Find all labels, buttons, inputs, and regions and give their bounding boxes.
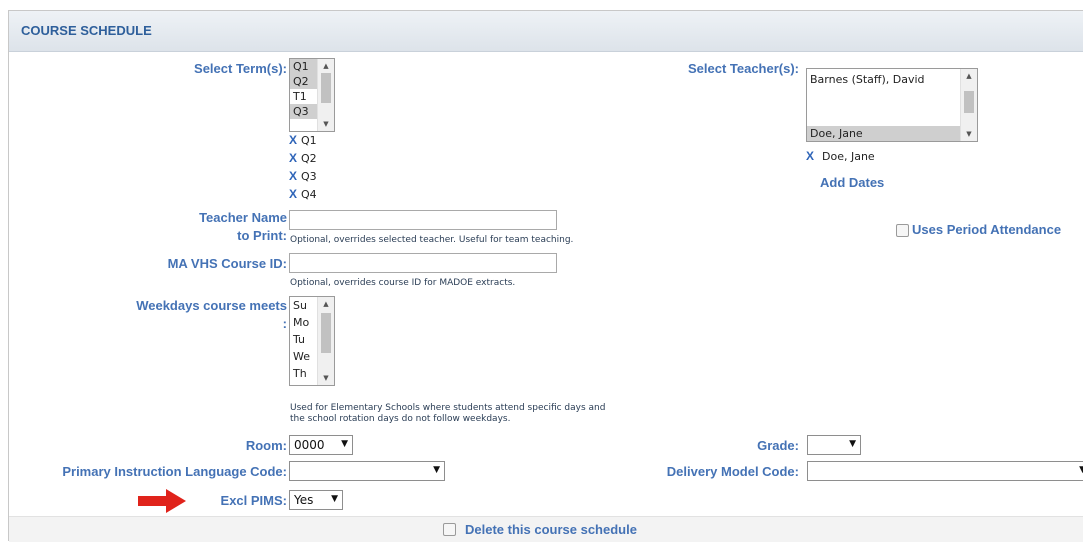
remove-icon[interactable]: X [289, 187, 297, 201]
chevron-down-icon: ▼ [1079, 465, 1083, 475]
scroll-thumb[interactable] [321, 313, 331, 353]
scroll-down-icon[interactable]: ▼ [318, 371, 334, 385]
select-teachers-label: Select Teacher(s): [687, 61, 799, 76]
delivery-model-label: Delivery Model Code: [666, 464, 799, 479]
room-value: 0000 [294, 438, 325, 452]
footer-bar: Delete this course schedule [9, 516, 1083, 542]
remove-icon[interactable]: X [289, 133, 297, 147]
room-label: Room: [245, 438, 287, 453]
period-attendance-label: Uses Period Attendance [912, 222, 1062, 237]
teacher-name-label-2: to Print: [237, 228, 287, 243]
primary-language-label: Primary Instruction Language Code: [62, 464, 287, 479]
term-chip: X Q1 [289, 133, 317, 147]
weekdays-listbox[interactable]: Su Mo Tu We Th ▲ ▼ [289, 296, 335, 386]
delete-label: Delete this course schedule [465, 522, 637, 537]
teacher-name-hint: Optional, overrides selected teacher. Us… [290, 235, 574, 245]
scroll-up-icon[interactable]: ▲ [318, 297, 334, 311]
teachers-scrollbar[interactable]: ▲ ▼ [960, 69, 977, 141]
room-select[interactable]: 0000 ▼ [289, 435, 353, 455]
excl-pims-value: Yes [294, 493, 314, 507]
scroll-up-icon[interactable]: ▲ [318, 59, 334, 73]
weekdays-hint: Used for Elementary Schools where studen… [290, 403, 606, 413]
add-dates-link[interactable]: Add Dates [820, 175, 884, 190]
terms-listbox[interactable]: Q1 Q2 T1 Q3 ▲ ▼ [289, 58, 335, 132]
teacher-option[interactable]: Doe, Jane [807, 126, 961, 141]
term-chip: X Q3 [289, 169, 317, 183]
teacher-option[interactable]: Barnes (Staff), David [807, 72, 977, 87]
chevron-down-icon: ▼ [849, 439, 856, 449]
weekdays-scrollbar[interactable]: ▲ ▼ [317, 297, 334, 385]
scroll-down-icon[interactable]: ▼ [318, 117, 334, 131]
ma-vhs-hint: Optional, overrides course ID for MADOE … [290, 278, 516, 288]
primary-language-select[interactable]: ▼ [289, 461, 445, 481]
period-attendance-checkbox[interactable] [896, 224, 909, 237]
teachers-listbox[interactable]: Barnes (Staff), David Doe, Jane ▲ ▼ [806, 68, 978, 142]
remove-icon[interactable]: X [806, 149, 814, 163]
chevron-down-icon: ▼ [433, 465, 440, 475]
weekdays-hint-2: the school rotation days do not follow w… [290, 414, 511, 424]
delivery-model-select[interactable]: ▼ [807, 461, 1083, 481]
scroll-thumb[interactable] [964, 91, 974, 113]
chevron-down-icon: ▼ [341, 439, 348, 449]
excl-pims-label: Excl PIMS: [220, 493, 287, 508]
grade-select[interactable]: ▼ [807, 435, 861, 455]
grade-label: Grade: [757, 438, 799, 453]
scroll-thumb[interactable] [321, 73, 331, 103]
scroll-down-icon[interactable]: ▼ [961, 127, 977, 141]
weekdays-label-2: : [282, 316, 287, 331]
ma-vhs-input[interactable] [289, 253, 557, 273]
excl-pims-select[interactable]: Yes ▼ [289, 490, 343, 510]
delete-checkbox[interactable] [443, 523, 456, 536]
remove-icon[interactable]: X [289, 169, 297, 183]
term-chip: X Q2 [289, 151, 317, 165]
panel-header: COURSE SCHEDULE [9, 11, 1083, 52]
scroll-up-icon[interactable]: ▲ [961, 69, 977, 83]
teacher-chip: X Doe, Jane [806, 149, 875, 163]
panel-title: COURSE SCHEDULE [21, 23, 152, 38]
teacher-name-input[interactable] [289, 210, 557, 230]
ma-vhs-label: MA VHS Course ID: [167, 256, 287, 271]
select-terms-label: Select Term(s): [194, 61, 287, 76]
term-chip: X Q4 [289, 187, 317, 201]
red-arrow-icon [138, 489, 186, 513]
weekdays-label: Weekdays course meets [136, 298, 287, 313]
chevron-down-icon: ▼ [331, 494, 338, 504]
terms-scrollbar[interactable]: ▲ ▼ [317, 59, 334, 131]
teacher-name-label: Teacher Name [199, 210, 287, 225]
remove-icon[interactable]: X [289, 151, 297, 165]
course-schedule-panel: COURSE SCHEDULE Select Term(s): Q1 Q2 T1… [8, 10, 1083, 542]
